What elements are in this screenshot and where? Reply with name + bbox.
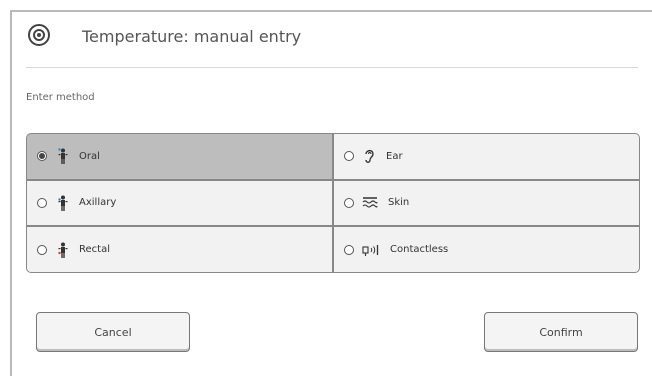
target-icon [28, 24, 50, 46]
option-label-axillary: Axillary [79, 197, 117, 209]
radio-axillary[interactable] [37, 197, 47, 208]
skin-icon [362, 197, 378, 208]
option-rectal[interactable]: Rectal [27, 227, 332, 272]
option-ear[interactable]: Ear [334, 134, 639, 179]
contactless-icon [362, 244, 379, 256]
option-axillary[interactable]: Axillary [27, 180, 332, 226]
radio-skin[interactable] [344, 197, 354, 208]
person-rectal-icon [58, 242, 68, 258]
radio-ear[interactable] [344, 151, 354, 162]
option-label-ear: Ear [386, 150, 403, 162]
option-contactless[interactable]: Contactless [334, 227, 639, 272]
radio-rectal[interactable] [37, 244, 47, 255]
confirm-button[interactable]: Confirm [484, 312, 638, 352]
header-divider [26, 67, 638, 68]
option-label-oral: Oral [79, 150, 100, 162]
option-label-skin: Skin [388, 197, 410, 209]
option-oral[interactable]: Oral [27, 134, 332, 179]
option-skin[interactable]: Skin [334, 180, 639, 226]
cancel-button[interactable]: Cancel [36, 312, 190, 352]
option-label-rectal: Rectal [79, 244, 110, 256]
radio-contactless[interactable] [344, 244, 354, 255]
enter-method-label: Enter method [26, 92, 95, 103]
person-oral-icon [58, 148, 68, 165]
option-label-contactless: Contactless [390, 244, 449, 256]
ear-icon [365, 150, 374, 164]
person-axillary-icon [58, 195, 68, 211]
method-options-grid: Oral Ear Axillary Skin Rectal Contactles… [26, 133, 640, 273]
page-title: Temperature: manual entry [82, 27, 302, 46]
radio-oral[interactable] [37, 151, 47, 162]
